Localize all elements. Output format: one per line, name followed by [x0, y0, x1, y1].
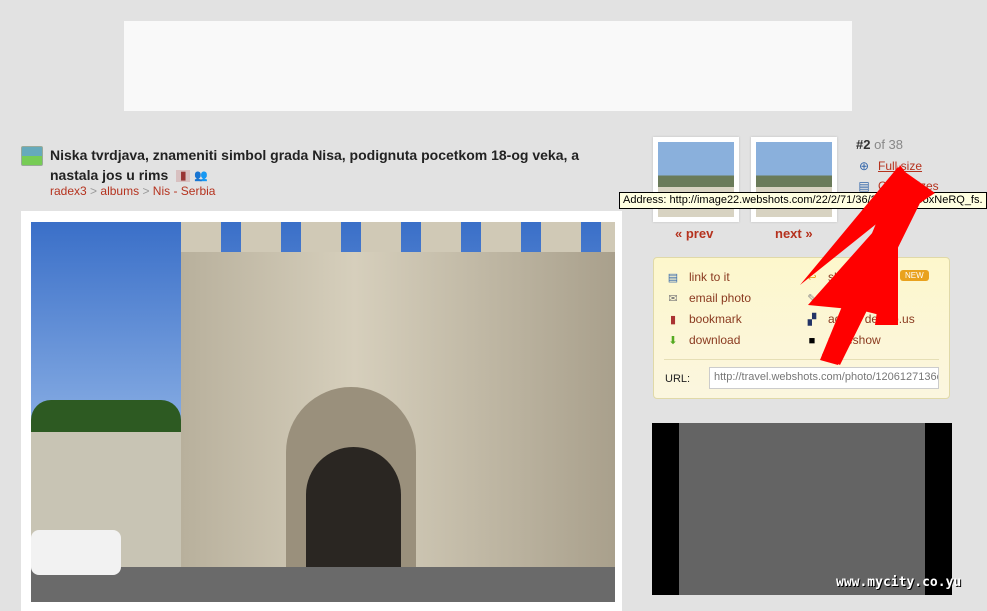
link-to-it[interactable]: ▤ link to it	[665, 270, 730, 284]
breadcrumb-sep: >	[90, 184, 98, 198]
main-photo[interactable]	[31, 222, 615, 602]
email-label: email photo	[689, 291, 752, 305]
breadcrumb-user[interactable]: radex3	[50, 184, 87, 198]
breadcrumb-album[interactable]: Nis - Serbia	[153, 184, 216, 198]
email-icon: ✉	[668, 293, 678, 305]
watermark: www.mycity.co.yu	[836, 575, 962, 590]
url-label: URL:	[665, 373, 691, 385]
download-label: download	[689, 333, 741, 347]
prev-link[interactable]: « prev	[675, 226, 713, 241]
breadcrumb-sep: >	[142, 184, 150, 198]
red-arrow-annotation	[800, 165, 935, 365]
photo-count: #2 of 38	[856, 137, 903, 152]
photo-title: Niska tvrdjava, znameniti simbol grada N…	[50, 145, 610, 185]
photo-icon	[21, 146, 43, 166]
url-field[interactable]: http://travel.webshots.com/photo/1206127…	[709, 367, 939, 389]
photo-title-text: Niska tvrdjava, znameniti simbol grada N…	[50, 147, 580, 183]
breadcrumb-albums[interactable]: albums	[100, 184, 139, 198]
ad-banner	[124, 21, 852, 111]
download-icon: ⬇	[668, 335, 678, 347]
download[interactable]: ⬇ download	[665, 333, 740, 347]
people-icon[interactable]: 👥	[194, 170, 208, 182]
bookmark-icon[interactable]: ▮	[176, 170, 191, 183]
email-photo[interactable]: ✉ email photo	[665, 291, 751, 305]
breadcrumb: radex3 > albums > Nis - Serbia	[50, 184, 215, 198]
prev-thumbnail[interactable]	[653, 137, 739, 222]
bookmark-icon: ▮	[669, 314, 677, 326]
bookmark-label: bookmark	[689, 312, 742, 326]
video-player[interactable]	[652, 423, 952, 595]
link-icon: ▤	[667, 272, 679, 284]
link-label: link to it	[689, 270, 730, 284]
photo-total: of 38	[874, 137, 904, 152]
bookmark[interactable]: ▮ bookmark	[665, 312, 742, 326]
photo-position: #2	[856, 137, 871, 152]
